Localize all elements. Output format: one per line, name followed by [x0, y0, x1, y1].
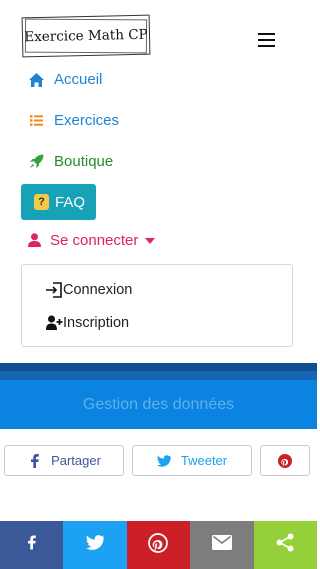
nav-boutique-label: Boutique	[54, 153, 114, 170]
gestion-donnees-banner[interactable]: Gestion des données	[0, 380, 317, 429]
faq-button[interactable]: ? FAQ	[21, 184, 96, 220]
sign-in-icon	[46, 282, 63, 298]
share-icon	[276, 533, 294, 557]
connect-dropdown: Connexion Inscription	[21, 264, 293, 347]
nav-exercices-label: Exercices	[54, 112, 120, 129]
mail-icon	[211, 535, 232, 555]
facebook-share-button[interactable]: Partager	[4, 445, 124, 476]
faq-label: FAQ	[55, 193, 86, 211]
facebook-icon	[27, 535, 36, 555]
bottom-facebook-button[interactable]	[0, 521, 64, 569]
bottom-share-button[interactable]	[253, 521, 317, 569]
dropdown-item-inscription-label: Inscription	[63, 315, 130, 331]
dropdown-item-connexion-label: Connexion	[63, 282, 133, 298]
se-connecter-toggle[interactable]: Se connecter	[28, 232, 156, 249]
bottom-twitter-button[interactable]	[63, 521, 127, 569]
bottom-share-bar	[0, 521, 317, 569]
facebook-share-label: Partager	[51, 453, 101, 468]
twitter-share-button[interactable]: Tweeter	[132, 445, 252, 476]
dropdown-item-inscription[interactable]: Inscription	[46, 315, 129, 331]
dropdown-item-connexion[interactable]: Connexion	[46, 282, 132, 298]
site-logo-text: Exercice Math CP	[24, 26, 148, 46]
user-icon	[28, 233, 42, 248]
pinterest-share-button[interactable]	[260, 445, 310, 476]
user-plus-icon	[46, 315, 63, 331]
facebook-icon	[27, 453, 41, 468]
bottom-email-button[interactable]	[190, 521, 254, 569]
pinterest-icon	[148, 532, 169, 558]
twitter-share-label: Tweeter	[180, 453, 228, 468]
question-icon: ?	[34, 194, 49, 210]
list-icon	[28, 113, 44, 129]
banner-top-stripe	[0, 363, 317, 371]
bottom-pinterest-button[interactable]	[126, 521, 191, 569]
twitter-icon	[86, 535, 105, 555]
banner-mid-stripe	[0, 371, 317, 380]
se-connecter-label: Se connecter	[50, 232, 139, 249]
twitter-icon	[156, 454, 171, 468]
pinterest-icon	[278, 453, 292, 468]
caret-down-icon	[145, 237, 156, 244]
nav-exercices[interactable]: Exercices	[28, 112, 119, 129]
nav-accueil[interactable]: Accueil	[28, 71, 102, 88]
rocket-icon	[28, 154, 44, 170]
nav-accueil-label: Accueil	[54, 71, 103, 88]
site-logo[interactable]: Exercice Math CP	[21, 14, 151, 58]
home-icon	[28, 72, 44, 88]
nav-boutique[interactable]: Boutique	[28, 153, 113, 170]
gestion-donnees-label: Gestion des données	[82, 395, 235, 413]
hamburger-icon[interactable]	[258, 33, 275, 47]
